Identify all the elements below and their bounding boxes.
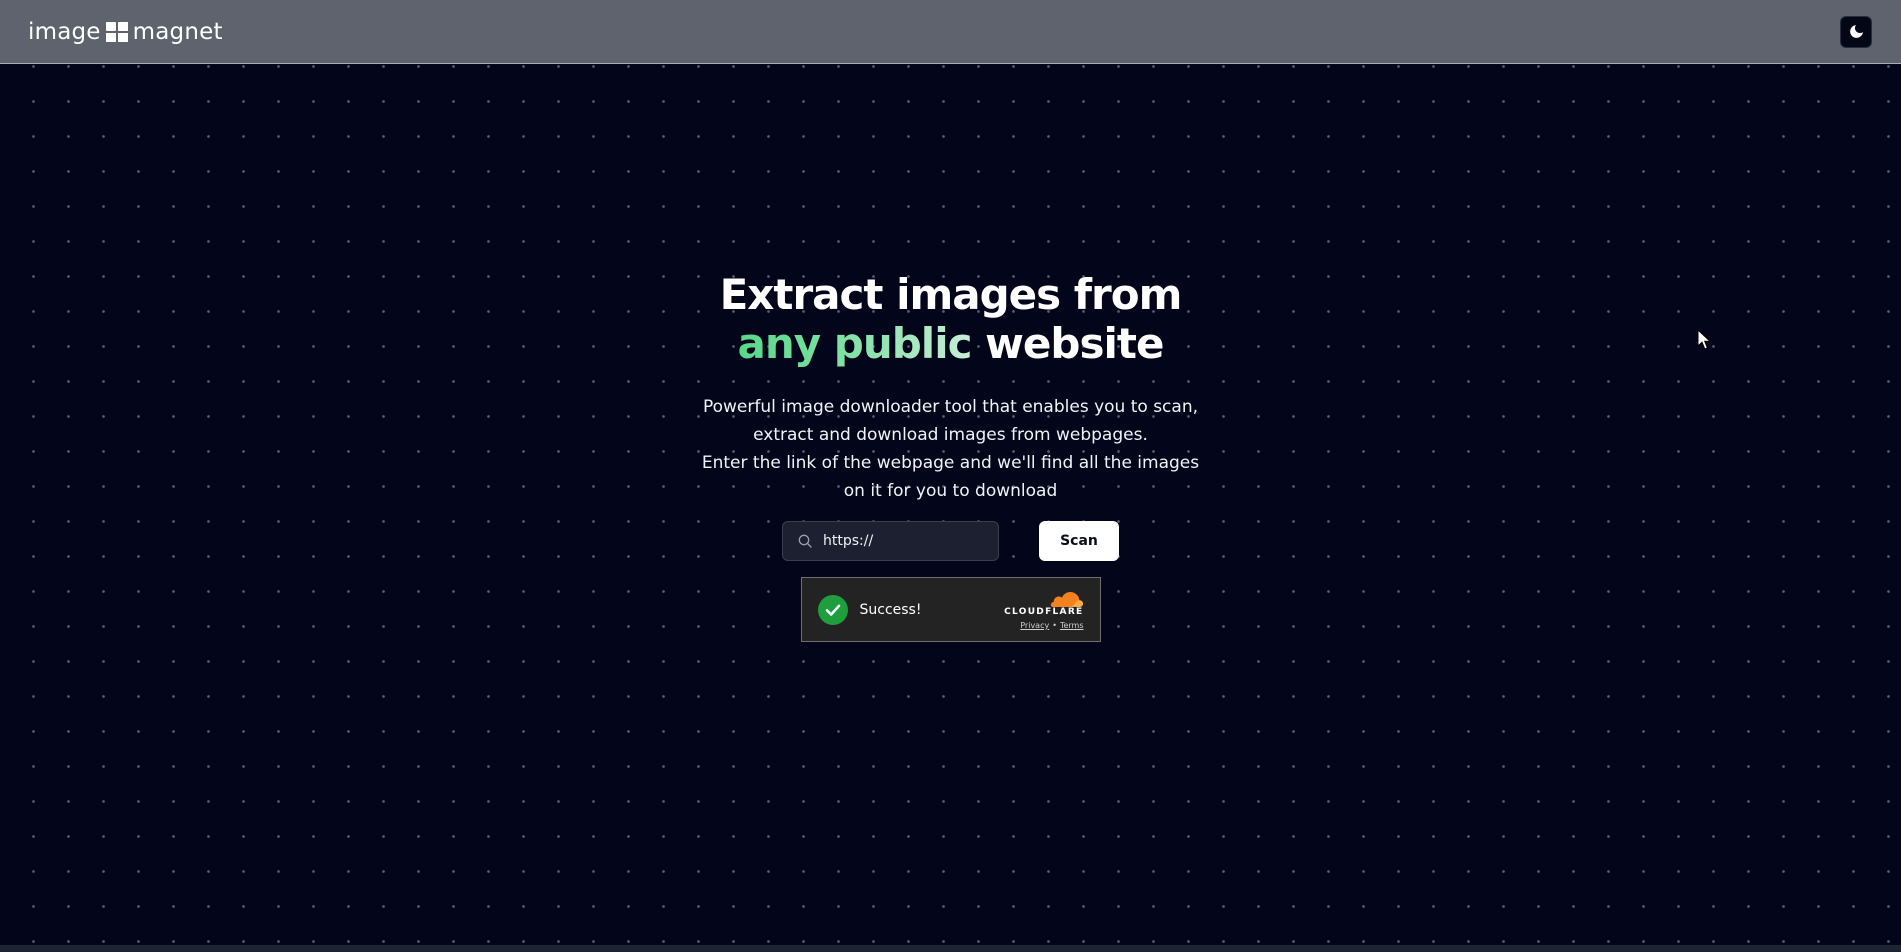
captcha-status-text: Success! (859, 601, 922, 618)
terms-link[interactable]: Terms (1060, 621, 1084, 630)
page: image magnet Extract images from any pub… (0, 0, 1901, 952)
cloudflare-cloud-icon (1050, 592, 1083, 607)
cloudflare-branding: CLOUDFLARE Privacy • Terms (1004, 589, 1084, 630)
theme-toggle-button[interactable] (1840, 15, 1872, 48)
description-line-1: Powerful image downloader tool that enab… (702, 397, 1198, 445)
search-icon (798, 534, 812, 548)
success-check-icon (817, 594, 848, 625)
logo-text-right: magnet (132, 18, 223, 45)
scan-button[interactable]: Scan (1039, 521, 1119, 561)
cloudflare-links: Privacy • Terms (1020, 621, 1083, 630)
hero-description: Powerful image downloader tool that enab… (701, 393, 1201, 505)
page-title: Extract images from any public website (719, 270, 1183, 368)
top-header: image magnet (0, 0, 1901, 64)
title-accent: any public (737, 319, 973, 368)
turnstile-widget: Success! CLOUDFLARE Privacy • Terms (800, 577, 1101, 642)
url-input[interactable] (823, 533, 983, 549)
privacy-link[interactable]: Privacy (1020, 621, 1049, 630)
mouse-cursor-icon (1697, 329, 1711, 350)
hero-section: Extract images from any public website P… (0, 270, 1901, 642)
description-line-2: Enter the link of the webpage and we'll … (701, 453, 1200, 501)
cloudflare-logo-text: CLOUDFLARE (1004, 607, 1084, 617)
url-input-wrapper[interactable] (782, 521, 999, 561)
logo[interactable]: image magnet (28, 17, 223, 47)
search-form: Scan (782, 521, 1119, 561)
logo-mark-icon (105, 21, 128, 42)
moon-icon (1849, 25, 1863, 38)
title-line-2-rest: website (971, 319, 1164, 368)
links-separator: • (1052, 621, 1057, 630)
taskbar-strip (0, 945, 1901, 952)
captcha-status-group: Success! (817, 594, 922, 625)
logo-text-left: image (28, 18, 101, 45)
title-line-1: Extract images from (719, 270, 1183, 319)
